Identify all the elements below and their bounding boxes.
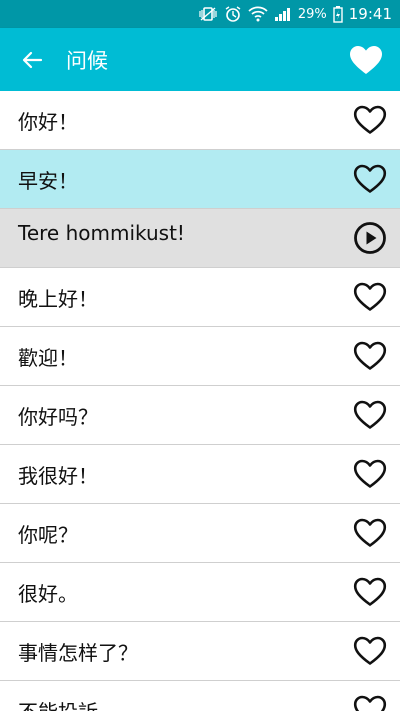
list-item[interactable]: 我很好！ <box>0 445 400 504</box>
list-item[interactable]: 你好吗？ <box>0 386 400 445</box>
phrase-text: 你呢？ <box>18 522 78 547</box>
list-item[interactable]: Tere hommikust! <box>0 209 400 268</box>
heart-outline-icon <box>353 636 387 665</box>
battery-charging-icon <box>333 5 343 23</box>
favorite-toggle-button[interactable] <box>352 515 388 551</box>
favorite-toggle-button[interactable] <box>352 574 388 610</box>
list-item[interactable]: 事情怎样了？ <box>0 622 400 681</box>
heart-outline-icon <box>353 577 387 606</box>
list-item[interactable]: 你呢？ <box>0 504 400 563</box>
favorites-button[interactable] <box>346 40 386 80</box>
favorite-toggle-button[interactable] <box>352 338 388 374</box>
list-item[interactable]: 晚上好！ <box>0 268 400 327</box>
status-time: 19:41 <box>348 5 392 23</box>
app-screen: 29% 19:41 问候 你好！ 早安！ Tere hommikust! 晚上好！ 歡迎… <box>0 0 400 711</box>
heart-outline-icon <box>353 400 387 429</box>
alarm-icon <box>224 5 242 23</box>
favorite-toggle-button[interactable] <box>352 633 388 669</box>
play-button[interactable] <box>352 220 388 256</box>
heart-outline-icon <box>353 695 387 711</box>
app-bar: 问候 <box>0 28 400 91</box>
favorite-toggle-button[interactable] <box>352 279 388 315</box>
favorite-toggle-button[interactable] <box>352 161 388 197</box>
heart-outline-icon <box>353 105 387 134</box>
heart-outline-icon <box>353 164 387 193</box>
list-item[interactable]: 不能投訴 <box>0 681 400 711</box>
phrase-text: 你好！ <box>18 109 78 134</box>
phrase-list: 你好！ 早安！ Tere hommikust! 晚上好！ 歡迎！ 你好吗？ 我很好！ 你呢？ 很… <box>0 91 400 711</box>
phrase-text: 歡迎！ <box>18 345 78 370</box>
vibrate-icon <box>198 6 218 22</box>
list-item[interactable]: 很好。 <box>0 563 400 622</box>
list-item[interactable]: 歡迎！ <box>0 327 400 386</box>
heart-outline-icon <box>353 341 387 370</box>
heart-outline-icon <box>353 518 387 547</box>
phrase-text: 你好吗？ <box>18 404 98 429</box>
phrase-text: 不能投訴 <box>18 696 98 711</box>
status-bar: 29% 19:41 <box>0 0 400 28</box>
list-item[interactable]: 你好！ <box>0 91 400 150</box>
phrase-text: Tere hommikust! <box>18 221 185 245</box>
phrase-text: 很好。 <box>18 581 78 606</box>
phrase-text: 晚上好！ <box>18 286 98 311</box>
heart-outline-icon <box>353 282 387 311</box>
favorite-toggle-button[interactable] <box>352 456 388 492</box>
phrase-text: 早安！ <box>18 168 78 193</box>
signal-icon <box>274 6 292 22</box>
phrase-text: 我很好！ <box>18 463 98 488</box>
list-item[interactable]: 早安！ <box>0 150 400 209</box>
favorite-toggle-button[interactable] <box>352 102 388 138</box>
heart-outline-icon <box>353 459 387 488</box>
play-circle-icon <box>354 222 386 254</box>
page-title: 问候 <box>66 48 108 73</box>
arrow-back-icon <box>22 51 43 68</box>
back-button[interactable] <box>10 38 54 82</box>
phrase-text: 事情怎样了？ <box>18 640 138 665</box>
heart-filled-icon <box>350 46 382 74</box>
wifi-icon <box>248 6 268 22</box>
favorite-toggle-button[interactable] <box>352 397 388 433</box>
battery-percent: 29% <box>297 6 327 22</box>
favorite-toggle-button[interactable] <box>352 692 388 711</box>
